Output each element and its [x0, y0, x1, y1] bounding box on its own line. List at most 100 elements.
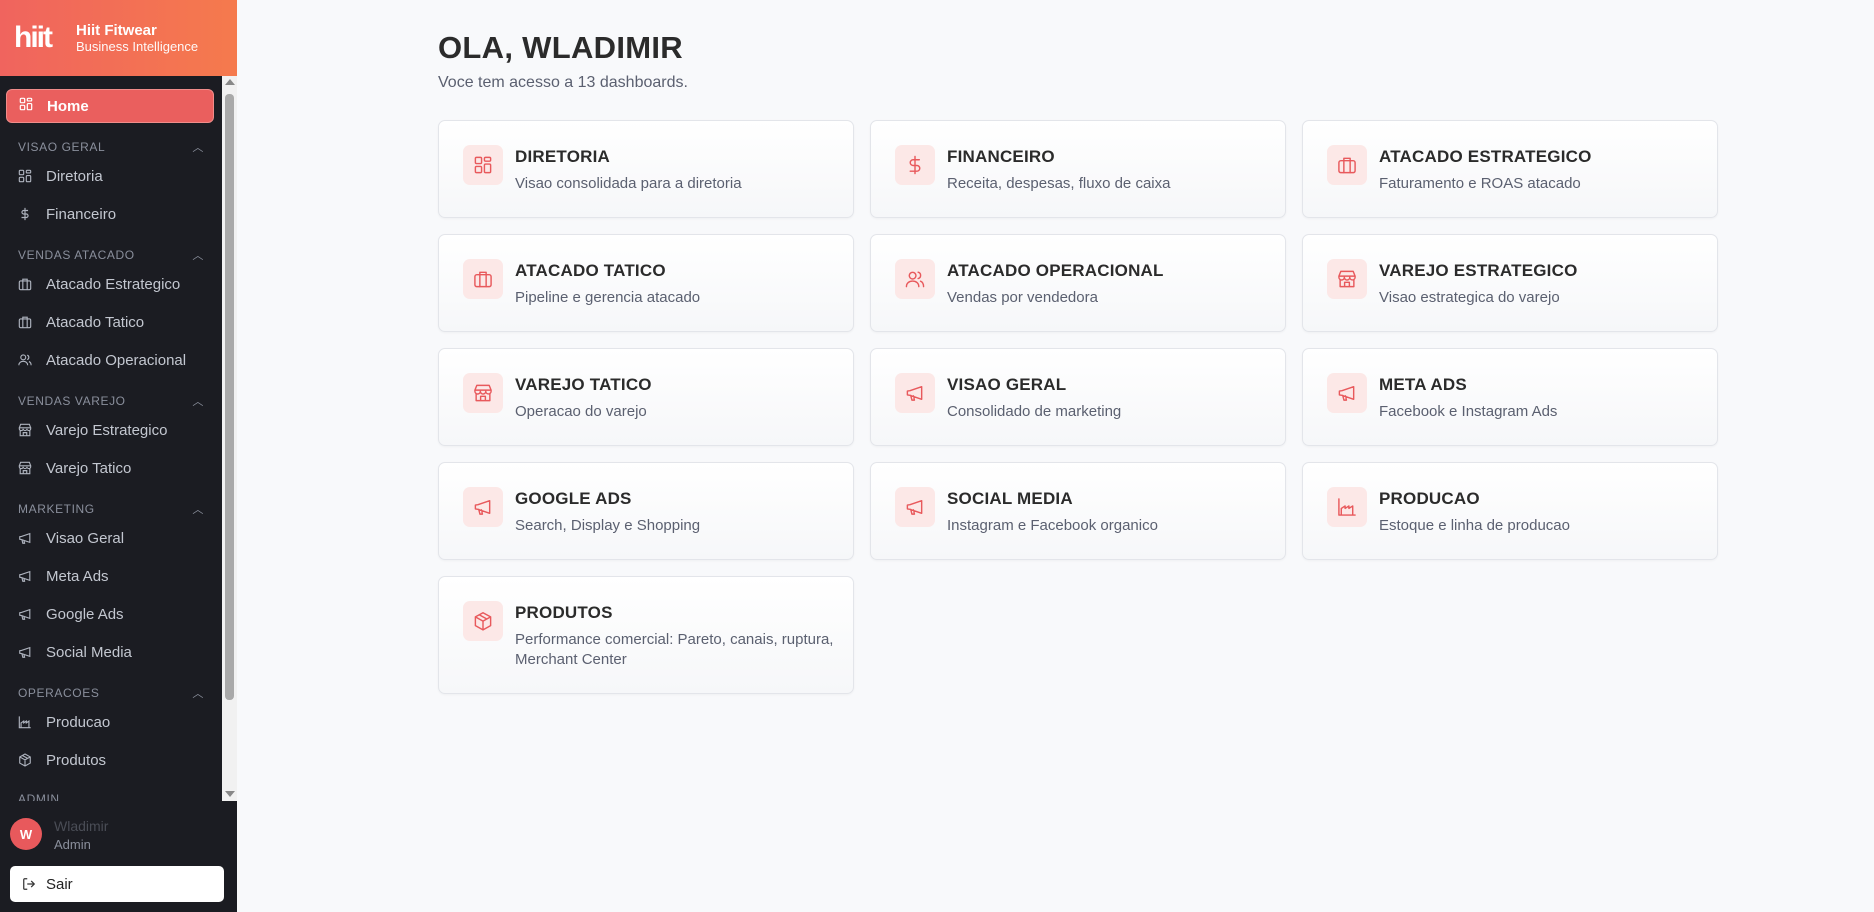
card-title: VAREJO ESTRATEGICO — [1379, 261, 1578, 280]
users-icon — [18, 353, 32, 367]
section-label: ADMIN — [18, 792, 60, 801]
users-icon — [895, 259, 935, 299]
grid-icon — [463, 145, 503, 185]
card-description: Instagram e Facebook organico — [947, 517, 1158, 534]
card-title: VISAO GERAL — [947, 375, 1067, 394]
sidebar-item-label: Atacado Tatico — [46, 313, 145, 331]
scroll-up-arrow-icon[interactable] — [225, 79, 235, 85]
dashboard-card-social-media[interactable]: SOCIAL MEDIA Instagram e Facebook organic… — [870, 462, 1286, 560]
store-icon — [18, 423, 32, 437]
scrollbar-thumb[interactable] — [225, 94, 234, 700]
sidebar-item-meta-ads[interactable]: Meta Ads — [18, 564, 109, 588]
store-icon — [1327, 259, 1367, 299]
avatar[interactable]: W — [10, 818, 42, 850]
chevron-up-icon: ︿ — [192, 250, 204, 262]
section-label: MARKETING — [18, 502, 95, 516]
section-label: VENDAS ATACADO — [18, 248, 135, 262]
dashboard-card-produtos[interactable]: PRODUTOS Performance comercial: Pareto, c… — [438, 576, 854, 694]
sidebar-item-visao-geral[interactable]: Visao Geral — [18, 526, 124, 550]
dashboard-card-financeiro[interactable]: FINANCEIRO Receita, despesas, fluxo de ca… — [870, 120, 1286, 218]
sidebar-item-label: Google Ads — [46, 605, 124, 623]
brand-subtitle: Business Intelligence — [76, 38, 199, 54]
card-title: GOOGLE ADS — [515, 489, 632, 508]
section-vendas-atacado[interactable]: VENDAS ATACADO ︿ — [18, 247, 204, 263]
sidebar-item-label: Varejo Estrategico — [46, 421, 168, 439]
card-title: ATACADO OPERACIONAL — [947, 261, 1164, 280]
dashboard-card-varejo-estrategico[interactable]: VAREJO ESTRATEGICO Visao estrategica do v… — [1302, 234, 1718, 332]
dashboard-card-producao[interactable]: PRODUCAO Estoque e linha de producao — [1302, 462, 1718, 560]
dollar-icon — [18, 207, 32, 221]
sidebar-item-producao[interactable]: Producao — [18, 710, 110, 734]
sidebar-item-atacado-operacional[interactable]: Atacado Operacional — [18, 348, 186, 372]
sidebar-item-atacado-estrategico[interactable]: Atacado Estrategico — [18, 272, 180, 296]
page-subtitle: Voce tem acesso a 13 dashboards. — [438, 74, 688, 91]
section-label: VISAO GERAL — [18, 140, 106, 154]
sidebar-item-label: Diretoria — [46, 167, 103, 185]
user-role: Admin — [54, 837, 91, 852]
card-title: SOCIAL MEDIA — [947, 489, 1073, 508]
briefcase-icon — [1327, 145, 1367, 185]
chevron-up-icon: ︿ — [192, 688, 204, 700]
megaphone-icon — [18, 645, 32, 659]
section-marketing[interactable]: MARKETING ︿ — [18, 501, 204, 517]
card-title: DIRETORIA — [515, 147, 610, 166]
section-admin[interactable]: ADMIN — [18, 792, 204, 801]
sidebar-item-google-ads[interactable]: Google Ads — [18, 602, 124, 626]
card-title: PRODUCAO — [1379, 489, 1480, 508]
section-visao-geral[interactable]: VISAO GERAL ︿ — [18, 139, 204, 155]
sidebar: hiit Hiit Fitwear Business Intelligence … — [0, 0, 237, 912]
sidebar-item-atacado-tatico[interactable]: Atacado Tatico — [18, 310, 144, 334]
megaphone-icon — [18, 531, 32, 545]
sidebar-item-produtos[interactable]: Produtos — [18, 748, 106, 772]
sidebar-item-label: Produtos — [46, 751, 107, 769]
sidebar-item-home[interactable]: Home — [6, 89, 214, 123]
scroll-down-arrow-icon[interactable] — [225, 791, 235, 797]
brand-title: Hiit Fitwear — [76, 21, 157, 39]
brand-header[interactable]: hiit Hiit Fitwear Business Intelligence — [0, 0, 237, 76]
card-description: Pipeline e gerencia atacado — [515, 289, 701, 306]
sidebar-item-diretoria[interactable]: Diretoria — [18, 164, 103, 188]
card-description: Operacao do varejo — [515, 403, 647, 420]
dashboard-card-atacado-estrategico[interactable]: ATACADO ESTRATEGICO Faturamento e ROAS at… — [1302, 120, 1718, 218]
megaphone-icon — [18, 569, 32, 583]
megaphone-icon — [1327, 373, 1367, 413]
megaphone-icon — [463, 487, 503, 527]
sidebar-item-social-media[interactable]: Social Media — [18, 640, 132, 664]
sidebar-scrollbar[interactable] — [222, 76, 237, 801]
megaphone-icon — [895, 487, 935, 527]
card-description: Visao estrategica do varejo — [1379, 289, 1560, 306]
dashboard-card-visao-geral[interactable]: VISAO GERAL Consolidado de marketing — [870, 348, 1286, 446]
section-vendas-varejo[interactable]: VENDAS VAREJO ︿ — [18, 393, 204, 409]
sidebar-item-label: Meta Ads — [46, 567, 109, 585]
logout-label: Sair — [46, 875, 73, 893]
sidebar-item-varejo-estrategico[interactable]: Varejo Estrategico — [18, 418, 167, 442]
card-title: ATACADO TATICO — [515, 261, 666, 280]
dashboard-card-diretoria[interactable]: DIRETORIA Visao consolidada para a direto… — [438, 120, 854, 218]
card-title: ATACADO ESTRATEGICO — [1379, 147, 1592, 166]
user-name: Wladimir — [54, 818, 109, 834]
dashboard-card-atacado-operacional[interactable]: ATACADO OPERACIONAL Vendas por vendedora — [870, 234, 1286, 332]
logout-button[interactable]: Sair — [10, 866, 224, 902]
dashboard-card-varejo-tatico[interactable]: VAREJO TATICO Operacao do varejo — [438, 348, 854, 446]
user-panel: W Wladimir Admin Sair — [0, 801, 237, 912]
dashboard-card-meta-ads[interactable]: META ADS Facebook e Instagram Ads — [1302, 348, 1718, 446]
factory-icon — [18, 715, 32, 729]
megaphone-icon — [18, 607, 32, 621]
card-title: META ADS — [1379, 375, 1467, 394]
section-operacoes[interactable]: OPERACOES ︿ — [18, 685, 204, 701]
sidebar-item-label: Visao Geral — [46, 529, 125, 547]
briefcase-icon — [18, 277, 32, 291]
card-description: Performance comercial: Pareto, canais, r… — [515, 631, 834, 668]
briefcase-icon — [18, 315, 32, 329]
chevron-up-icon: ︿ — [192, 142, 204, 154]
store-icon — [463, 373, 503, 413]
card-description: Faturamento e ROAS atacado — [1379, 175, 1581, 192]
sidebar-item-financeiro[interactable]: Financeiro — [18, 202, 116, 226]
sidebar-item-varejo-tatico[interactable]: Varejo Tatico — [18, 456, 131, 480]
card-description: Consolidado de marketing — [947, 403, 1122, 420]
card-description: Estoque e linha de producao — [1379, 517, 1570, 534]
logout-icon — [22, 877, 36, 891]
dashboard-card-google-ads[interactable]: GOOGLE ADS Search, Display e Shopping — [438, 462, 854, 560]
section-label: OPERACOES — [18, 686, 100, 700]
dashboard-card-atacado-tatico[interactable]: ATACADO TATICO Pipeline e gerencia atacad… — [438, 234, 854, 332]
